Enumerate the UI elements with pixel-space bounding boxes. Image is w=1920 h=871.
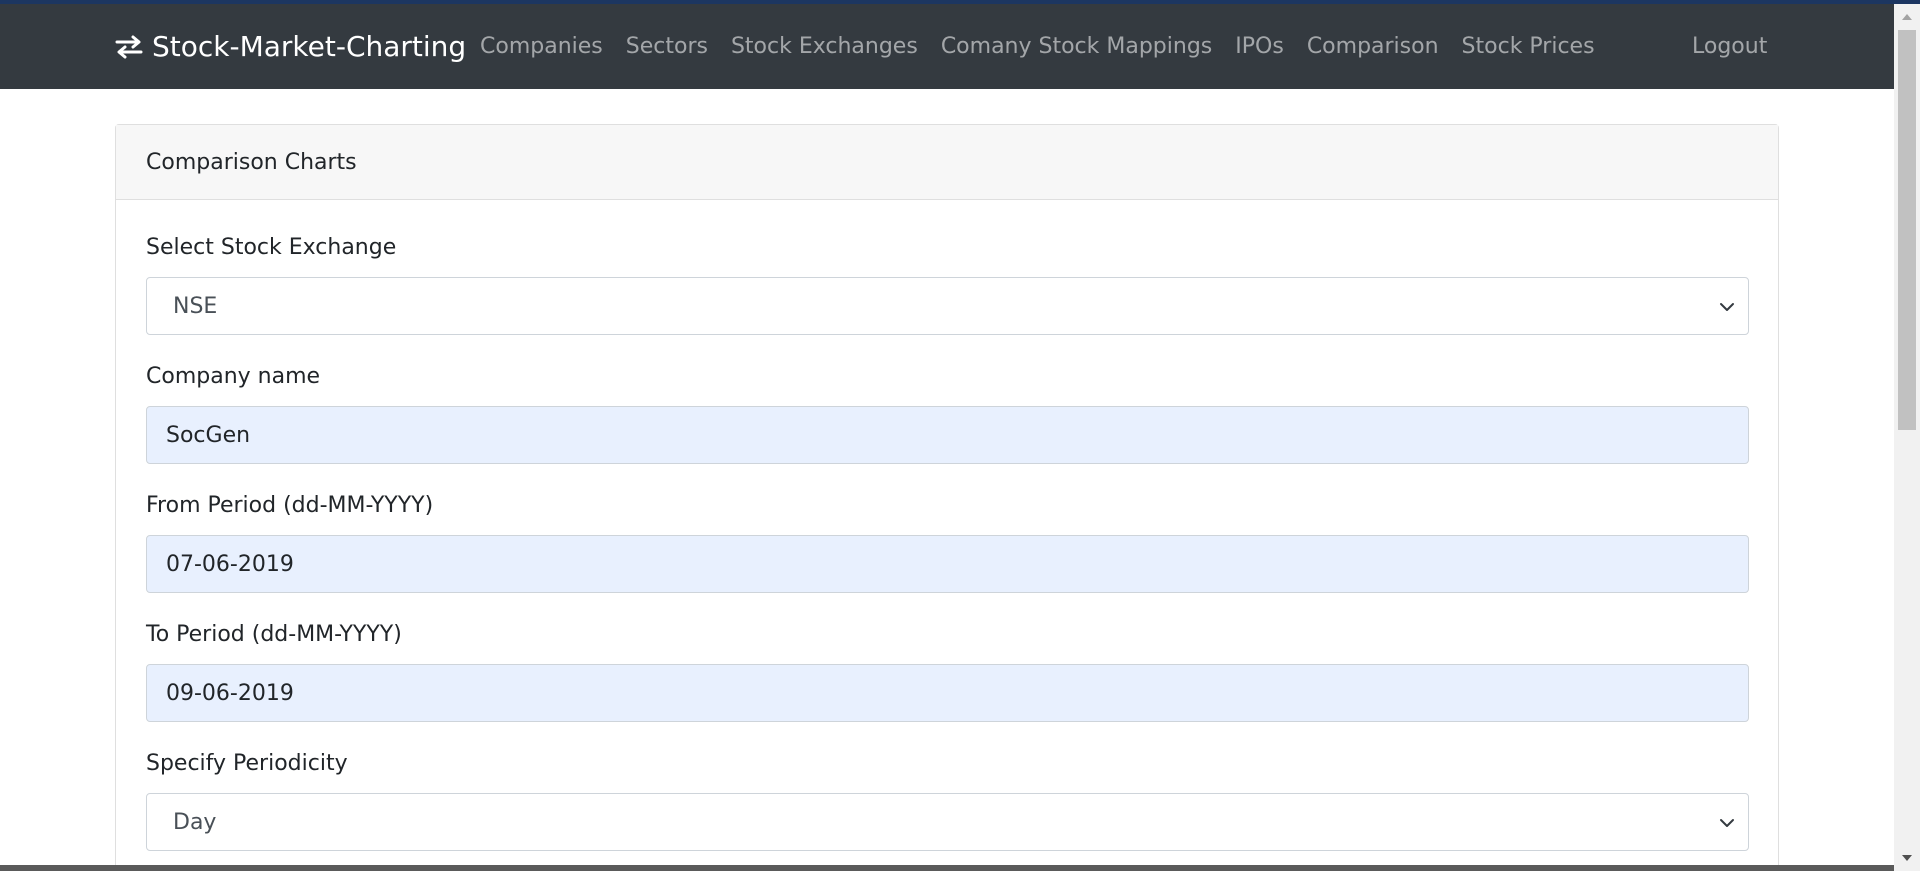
chevron-down-icon: [1720, 303, 1734, 311]
periodicity-select[interactable]: Day: [146, 793, 1749, 851]
scroll-down-arrow-icon[interactable]: [1902, 855, 1912, 861]
scrollbar-thumb[interactable]: [1898, 30, 1916, 430]
from-period-value: 07-06-2019: [166, 551, 294, 577]
vertical-scrollbar[interactable]: [1894, 4, 1920, 871]
exchange-arrows-icon: [115, 35, 143, 58]
nav-links: Companies Sectors Stock Exchanges Comany…: [480, 4, 1618, 89]
nav-link-companies[interactable]: Companies: [480, 34, 603, 59]
card-header: Comparison Charts: [116, 125, 1778, 200]
company-input-value: SocGen: [166, 422, 251, 448]
periodicity-label: Specify Periodicity: [146, 751, 348, 776]
periodicity-select-value: Day: [173, 809, 217, 835]
exchange-select[interactable]: NSE: [146, 277, 1749, 335]
navbar: Stock-Market-Charting Companies Sectors …: [0, 4, 1894, 89]
to-period-input[interactable]: 09-06-2019: [146, 664, 1749, 722]
nav-link-ipos[interactable]: IPOs: [1235, 34, 1284, 59]
logout-link[interactable]: Logout: [1692, 4, 1767, 89]
company-label: Company name: [146, 364, 321, 389]
brand-name: Stock-Market-Charting: [152, 30, 467, 63]
nav-link-sectors[interactable]: Sectors: [626, 34, 708, 59]
scroll-up-arrow-icon[interactable]: [1902, 14, 1912, 20]
chevron-down-icon: [1720, 819, 1734, 827]
nav-link-company-stock-mappings[interactable]: Comany Stock Mappings: [941, 34, 1212, 59]
bottom-edge: [0, 865, 1894, 871]
exchange-label: Select Stock Exchange: [146, 235, 397, 260]
to-period-value: 09-06-2019: [166, 680, 294, 706]
nav-link-stock-exchanges[interactable]: Stock Exchanges: [731, 34, 918, 59]
company-input[interactable]: SocGen: [146, 406, 1749, 464]
nav-link-comparison[interactable]: Comparison: [1307, 34, 1439, 59]
to-period-label: To Period (dd-MM-YYYY): [146, 622, 402, 647]
brand-link[interactable]: Stock-Market-Charting: [114, 4, 466, 89]
from-period-label: From Period (dd-MM-YYYY): [146, 493, 434, 518]
nav-link-stock-prices[interactable]: Stock Prices: [1462, 34, 1595, 59]
from-period-input[interactable]: 07-06-2019: [146, 535, 1749, 593]
exchange-select-value: NSE: [173, 293, 218, 319]
